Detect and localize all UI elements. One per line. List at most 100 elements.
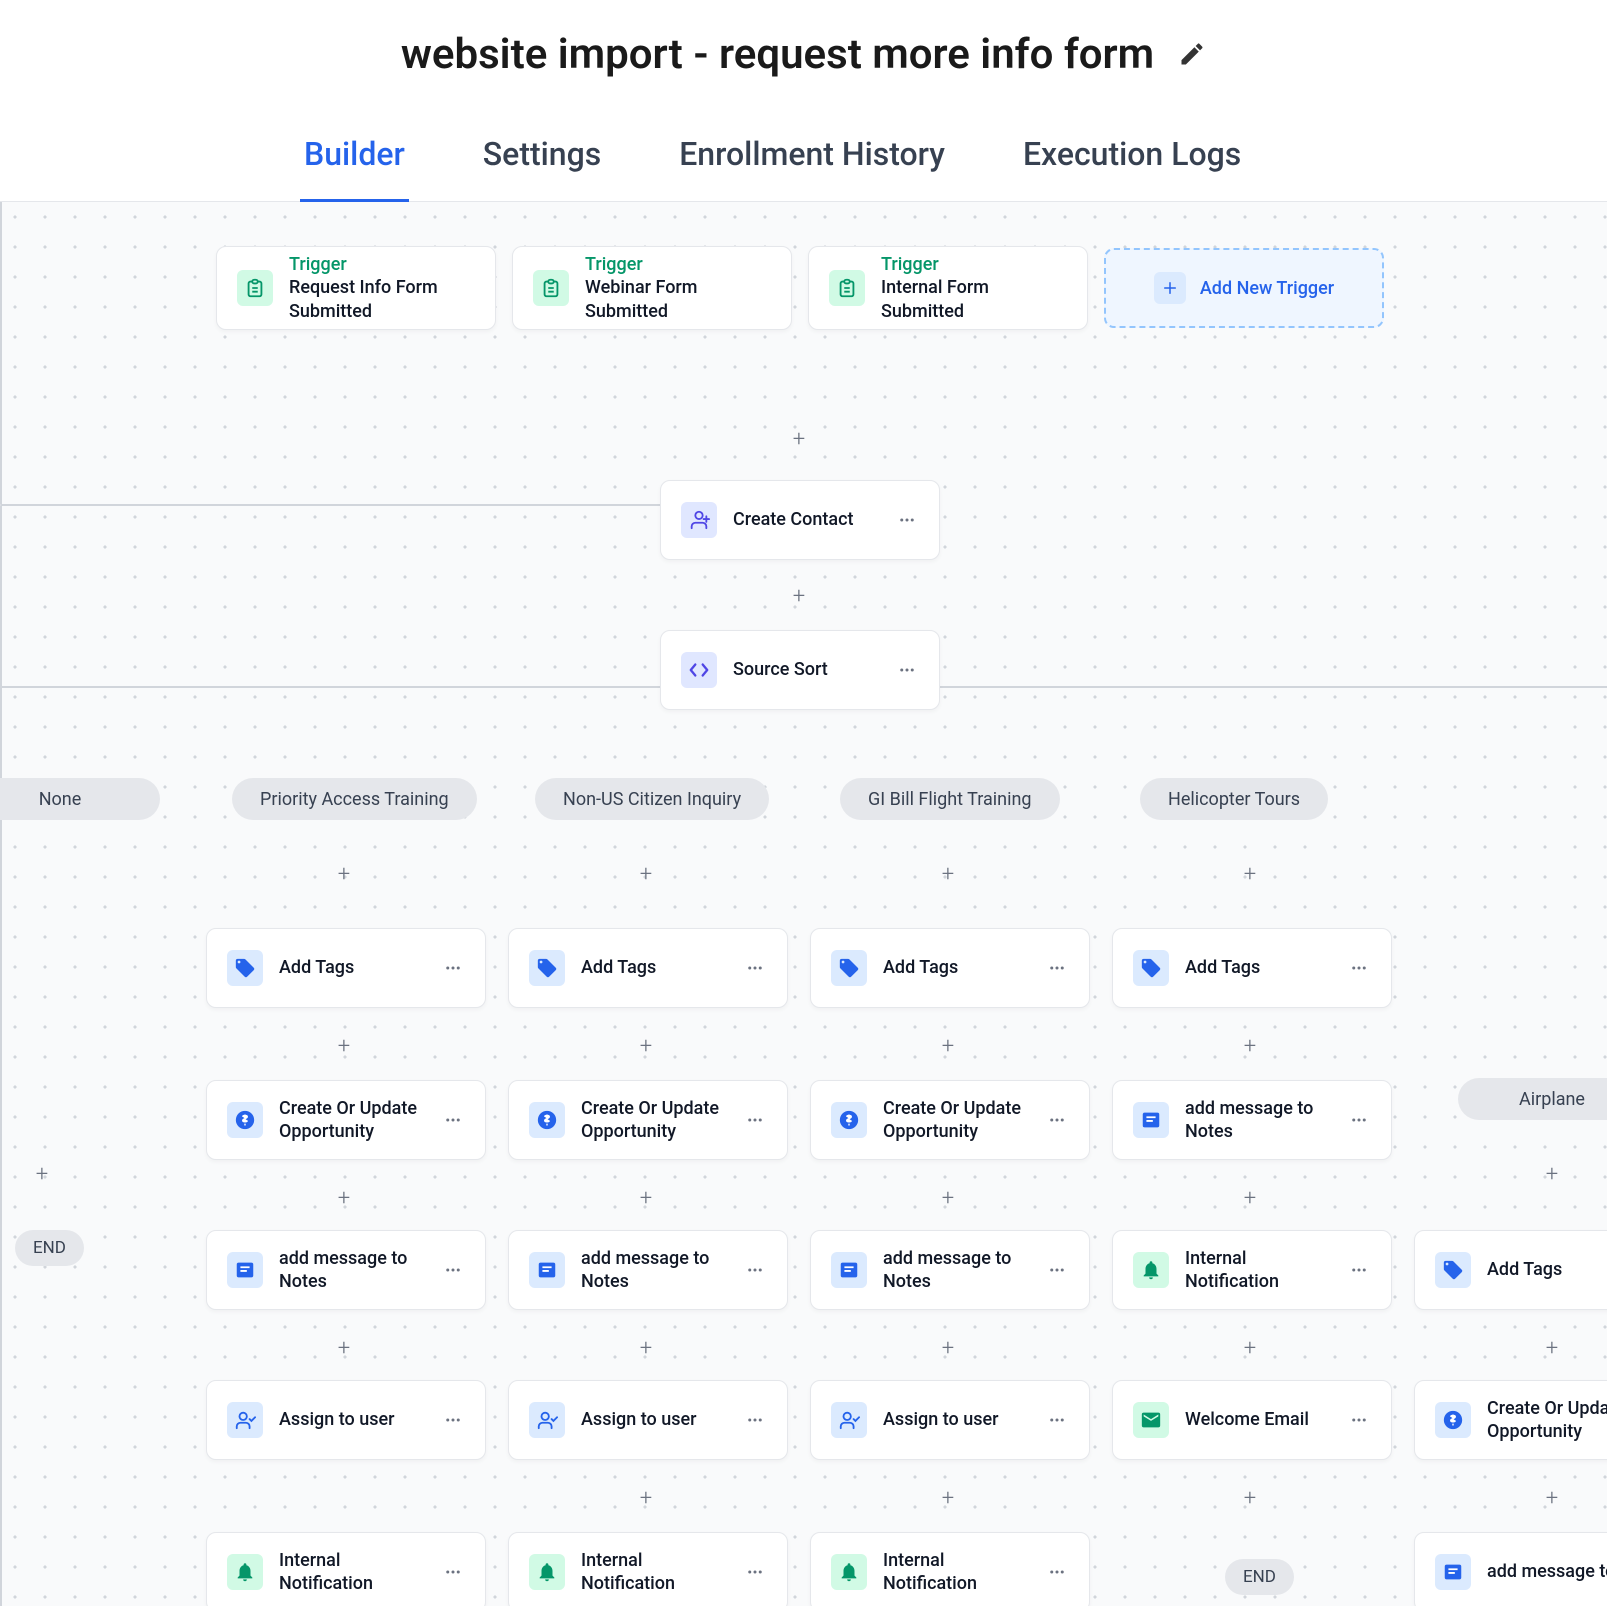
card-menu-icon[interactable]: [1045, 1258, 1069, 1282]
action-card[interactable]: add message to Notes: [810, 1230, 1090, 1310]
tab-builder[interactable]: Builder: [300, 110, 409, 204]
branch-pill-helicopter[interactable]: Helicopter Tours: [1140, 778, 1328, 820]
add-step-button[interactable]: +: [1238, 1186, 1262, 1210]
action-card[interactable]: Internal Notification: [810, 1532, 1090, 1606]
add-trigger-button[interactable]: Add New Trigger: [1104, 248, 1384, 328]
card-menu-icon[interactable]: [441, 1108, 465, 1132]
card-menu-icon[interactable]: [743, 1408, 767, 1432]
card-menu-icon[interactable]: [441, 956, 465, 980]
add-step-button[interactable]: +: [787, 584, 811, 608]
action-card[interactable]: Create Or Update Opportunity: [1414, 1380, 1607, 1460]
card-menu-icon[interactable]: [1045, 1108, 1069, 1132]
tab-settings[interactable]: Settings: [479, 110, 605, 204]
card-menu-icon[interactable]: [1045, 956, 1069, 980]
connector: [0, 1154, 2, 1187]
tab-enrollment-history[interactable]: Enrollment History: [675, 110, 949, 204]
branch-pill-none[interactable]: None: [0, 778, 160, 820]
action-card[interactable]: Add Tags: [206, 928, 486, 1008]
action-card[interactable]: Create Or Update Opportunity: [206, 1080, 486, 1160]
action-label: Source Sort: [733, 658, 879, 681]
add-step-button[interactable]: +: [634, 1486, 658, 1510]
action-label: Internal Notification: [581, 1549, 727, 1596]
add-step-button[interactable]: +: [787, 427, 811, 451]
add-step-button[interactable]: +: [634, 862, 658, 886]
add-step-button[interactable]: +: [1238, 1336, 1262, 1360]
add-step-button[interactable]: +: [1238, 1486, 1262, 1510]
card-menu-icon[interactable]: [1045, 1560, 1069, 1584]
add-step-button[interactable]: +: [936, 1186, 960, 1210]
workflow-canvas[interactable]: Trigger Request Info Form Submitted Trig…: [0, 202, 1607, 1606]
action-card[interactable]: Internal Notification: [206, 1532, 486, 1606]
action-card[interactable]: Add Tags: [810, 928, 1090, 1008]
card-menu-icon[interactable]: [1347, 1408, 1371, 1432]
card-menu-icon[interactable]: [743, 1258, 767, 1282]
action-card[interactable]: Welcome Email: [1112, 1380, 1392, 1460]
card-menu-icon[interactable]: [1347, 1258, 1371, 1282]
add-step-button[interactable]: +: [332, 1186, 356, 1210]
add-step-button[interactable]: +: [936, 1336, 960, 1360]
add-step-button[interactable]: +: [1540, 1486, 1564, 1510]
bell-icon: [529, 1554, 565, 1590]
add-step-button[interactable]: +: [936, 862, 960, 886]
branch-pill-gibill[interactable]: GI Bill Flight Training: [840, 778, 1060, 820]
add-step-button[interactable]: +: [332, 1336, 356, 1360]
branch-pill-priority[interactable]: Priority Access Training: [232, 778, 477, 820]
dollar-icon: [227, 1102, 263, 1138]
action-card[interactable]: Assign to user: [206, 1380, 486, 1460]
add-step-button[interactable]: +: [1238, 1034, 1262, 1058]
add-step-button[interactable]: +: [936, 1486, 960, 1510]
add-step-button[interactable]: +: [634, 1336, 658, 1360]
action-card[interactable]: Assign to user: [810, 1380, 1090, 1460]
note-icon: [831, 1252, 867, 1288]
action-card[interactable]: Assign to user: [508, 1380, 788, 1460]
edit-title-icon[interactable]: [1178, 40, 1206, 68]
branch-pill-airplane[interactable]: Airplane: [1458, 1078, 1607, 1120]
trigger-card[interactable]: Trigger Internal Form Submitted: [808, 246, 1088, 330]
add-step-button[interactable]: +: [634, 1034, 658, 1058]
card-menu-icon[interactable]: [1045, 1408, 1069, 1432]
add-step-button[interactable]: +: [936, 1034, 960, 1058]
end-label: END: [1243, 1567, 1276, 1587]
add-step-button[interactable]: +: [332, 862, 356, 886]
card-menu-icon[interactable]: [895, 508, 919, 532]
action-card[interactable]: Add Tags: [1112, 928, 1392, 1008]
action-card[interactable]: add message to Notes: [1112, 1080, 1392, 1160]
add-step-button[interactable]: +: [1238, 862, 1262, 886]
action-card[interactable]: Internal Notification: [1112, 1230, 1392, 1310]
action-card-source-sort[interactable]: Source Sort: [660, 630, 940, 710]
action-card[interactable]: add message to Not: [1414, 1532, 1607, 1606]
add-step-button[interactable]: +: [1540, 1336, 1564, 1360]
card-menu-icon[interactable]: [1347, 956, 1371, 980]
trigger-title: Webinar Form Submitted: [585, 276, 771, 323]
card-menu-icon[interactable]: [743, 956, 767, 980]
card-menu-icon[interactable]: [441, 1560, 465, 1584]
action-card[interactable]: Add Tags: [1414, 1230, 1607, 1310]
tab-execution-logs[interactable]: Execution Logs: [1019, 110, 1245, 204]
trigger-card[interactable]: Trigger Request Info Form Submitted: [216, 246, 496, 330]
action-card[interactable]: Create Or Update Opportunity: [810, 1080, 1090, 1160]
action-card[interactable]: Create Or Update Opportunity: [508, 1080, 788, 1160]
connector: [0, 277, 2, 352]
action-label: Assign to user: [883, 1408, 1029, 1431]
branch-pill-nonus[interactable]: Non-US Citizen Inquiry: [535, 778, 769, 820]
trigger-card[interactable]: Trigger Webinar Form Submitted: [512, 246, 792, 330]
card-menu-icon[interactable]: [743, 1108, 767, 1132]
action-card-create-contact[interactable]: Create Contact: [660, 480, 940, 560]
user-assign-icon: [529, 1402, 565, 1438]
branch-label: Airplane: [1519, 1089, 1585, 1110]
card-menu-icon[interactable]: [441, 1258, 465, 1282]
branch-label: Priority Access Training: [260, 789, 449, 810]
add-step-button[interactable]: +: [1540, 1162, 1564, 1186]
action-card[interactable]: Add Tags: [508, 928, 788, 1008]
action-card[interactable]: add message to Notes: [206, 1230, 486, 1310]
add-step-button[interactable]: +: [30, 1162, 54, 1186]
card-menu-icon[interactable]: [895, 658, 919, 682]
action-card[interactable]: add message to Notes: [508, 1230, 788, 1310]
add-step-button[interactable]: +: [634, 1186, 658, 1210]
card-menu-icon[interactable]: [1347, 1108, 1371, 1132]
contact-icon: [681, 502, 717, 538]
card-menu-icon[interactable]: [441, 1408, 465, 1432]
card-menu-icon[interactable]: [743, 1560, 767, 1584]
add-step-button[interactable]: +: [332, 1034, 356, 1058]
action-card[interactable]: Internal Notification: [508, 1532, 788, 1606]
